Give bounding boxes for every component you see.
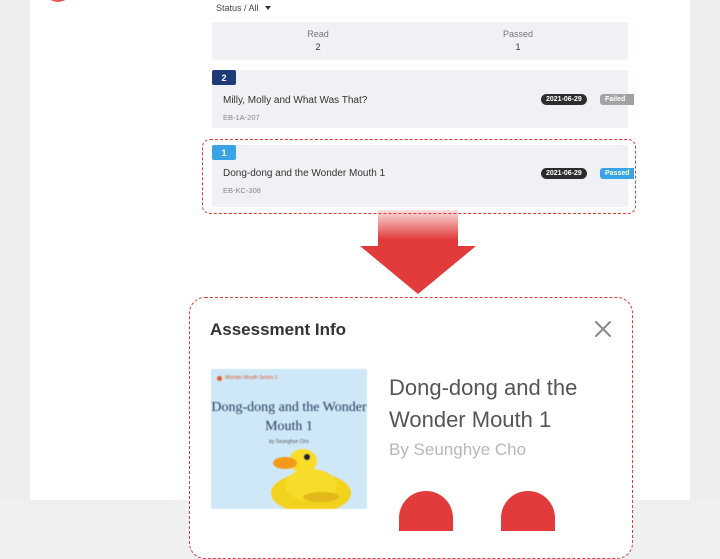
highlight-frame	[202, 139, 636, 214]
record-code: EB-1A-207	[223, 113, 260, 122]
book-author: By Seunghye Cho	[389, 440, 527, 459]
stat-read: Read 2	[278, 29, 358, 52]
assessment-info-panel: Assessment Info Wonder Mouth Series 1 Do…	[189, 297, 633, 559]
stat-passed-label: Passed	[502, 29, 534, 39]
cover-series-label: Wonder Mouth Series 1	[225, 375, 278, 381]
book-cover: Wonder Mouth Series 1 Dong-dong and the …	[211, 369, 367, 509]
background-right	[690, 0, 720, 500]
status-filter-label: Status / All	[216, 3, 259, 13]
series-dot-icon	[217, 375, 222, 381]
down-arrow-icon	[360, 210, 476, 294]
background-left	[0, 0, 30, 500]
action-button[interactable]	[399, 491, 453, 531]
close-icon[interactable]	[594, 320, 612, 338]
caret-down-icon	[264, 6, 271, 10]
record-date-badge: 2021-06-29	[541, 94, 587, 105]
record-card[interactable]: 2 Milly, Molly and What Was That? EB-1A-…	[212, 70, 634, 128]
stat-passed-value: 1	[515, 42, 521, 52]
stat-read-value: 2	[315, 42, 321, 52]
record-title: Milly, Molly and What Was That?	[223, 95, 368, 106]
record-number-badge: 2	[212, 70, 236, 85]
cover-series: Wonder Mouth Series 1	[217, 375, 277, 381]
book-title: Dong-dong and the Wonder Mouth 1	[389, 375, 578, 432]
cover-title: Dong-dong and the Wonder Mouth 1	[211, 400, 367, 434]
stats-summary: Read 2 Passed 1	[212, 22, 628, 60]
stat-passed: Passed 1	[478, 29, 558, 52]
cover-author: by Seunghye Cho	[269, 439, 309, 445]
status-filter-dropdown[interactable]: Status / All	[216, 3, 271, 13]
action-button[interactable]	[501, 491, 555, 531]
stat-read-label: Read	[307, 29, 329, 39]
record-status-badge: Failed	[600, 94, 634, 105]
panel-title: Assessment Info	[210, 320, 347, 339]
